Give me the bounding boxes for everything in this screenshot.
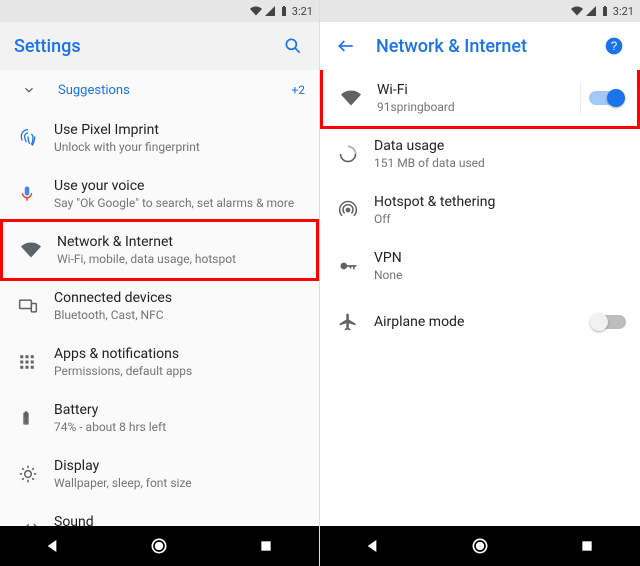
- row-airplane-mode[interactable]: Airplane mode: [320, 294, 640, 350]
- row-sub: None: [374, 268, 626, 282]
- wifi-icon: [341, 88, 377, 108]
- devices-icon: [18, 296, 54, 316]
- status-bar: 3:21: [320, 0, 640, 22]
- hotspot-icon: [338, 200, 374, 220]
- airplane-toggle[interactable]: [592, 315, 626, 329]
- wifi-icon: [571, 5, 583, 17]
- status-time: 3:21: [292, 5, 313, 18]
- settings-content: Suggestions +2 Use Pixel Imprint Unlock …: [0, 70, 319, 526]
- row-sub: Permissions, default apps: [54, 364, 305, 378]
- settings-screen: 3:21 Settings Suggestions +2 Use Pixel I…: [0, 0, 320, 566]
- nav-home[interactable]: [470, 536, 490, 556]
- mic-icon: [18, 185, 54, 203]
- row-title: Hotspot & tethering: [374, 194, 626, 210]
- row-title: Sound: [54, 514, 305, 526]
- help-button[interactable]: ?: [602, 34, 626, 58]
- row-apps-notifications[interactable]: Apps & notifications Permissions, defaul…: [0, 334, 319, 390]
- wifi-icon: [250, 5, 262, 17]
- fingerprint-icon: [18, 128, 54, 148]
- nav-home[interactable]: [149, 536, 169, 556]
- row-network-internet[interactable]: Network & Internet Wi-Fi, mobile, data u…: [0, 219, 319, 281]
- row-battery[interactable]: Battery 74% - about 8 hrs left: [0, 390, 319, 446]
- status-bar: 3:21: [0, 0, 319, 22]
- nav-recent[interactable]: [577, 536, 597, 556]
- nav-bar: [320, 526, 640, 566]
- row-sub: Wallpaper, sleep, font size: [54, 476, 305, 490]
- data-usage-icon: [338, 144, 374, 164]
- row-title: Display: [54, 458, 305, 474]
- network-content: Wi-Fi 91springboard Data usage 151 MB of…: [320, 70, 640, 526]
- network-toolbar: Network & Internet ?: [320, 22, 640, 70]
- signal-icon: [264, 5, 276, 17]
- row-use-voice[interactable]: Use your voice Say "Ok Google" to search…: [0, 166, 319, 222]
- row-title: Airplane mode: [374, 314, 592, 330]
- row-connected-devices[interactable]: Connected devices Bluetooth, Cast, NFC: [0, 278, 319, 334]
- row-title: Data usage: [374, 138, 626, 154]
- battery-icon: [278, 5, 290, 17]
- search-button[interactable]: [281, 34, 305, 58]
- battery-icon: [18, 408, 54, 428]
- chevron-down-icon: [22, 83, 38, 97]
- row-wifi[interactable]: Wi-Fi 91springboard: [320, 70, 640, 129]
- suggestions-count: +2: [291, 83, 305, 97]
- row-sub: Say "Ok Google" to search, set alarms & …: [54, 196, 305, 210]
- nav-back[interactable]: [363, 536, 383, 556]
- row-title: Battery: [54, 402, 305, 418]
- airplane-icon: [338, 312, 374, 332]
- row-display[interactable]: Display Wallpaper, sleep, font size: [0, 446, 319, 502]
- row-sub: 74% - about 8 hrs left: [54, 420, 305, 434]
- row-sound[interactable]: Sound Volume, vibration, Do Not Disturb: [0, 502, 319, 526]
- row-title: Network & Internet: [57, 234, 302, 250]
- network-title: Network & Internet: [376, 36, 602, 57]
- nav-bar: [0, 526, 319, 566]
- back-button[interactable]: [334, 34, 358, 58]
- nav-recent[interactable]: [256, 536, 276, 556]
- wifi-icon: [21, 240, 57, 260]
- settings-toolbar: Settings: [0, 22, 319, 70]
- vpn-key-icon: [338, 256, 374, 276]
- row-sub: Wi-Fi, mobile, data usage, hotspot: [57, 252, 302, 266]
- row-title: VPN: [374, 250, 626, 266]
- row-title: Connected devices: [54, 290, 305, 306]
- row-sub: 91springboard: [377, 100, 572, 114]
- apps-icon: [18, 353, 54, 371]
- network-screen: 3:21 Network & Internet ? Wi-Fi 91spring…: [320, 0, 640, 566]
- status-time: 3:21: [613, 5, 634, 18]
- row-vpn[interactable]: VPN None: [320, 238, 640, 294]
- svg-text:?: ?: [611, 40, 618, 53]
- battery-icon: [599, 5, 611, 17]
- row-title: Wi-Fi: [377, 82, 572, 98]
- suggestions-row[interactable]: Suggestions +2: [0, 70, 319, 110]
- row-hotspot[interactable]: Hotspot & tethering Off: [320, 182, 640, 238]
- row-sub: 151 MB of data used: [374, 156, 626, 170]
- arrow-left-icon: [336, 36, 356, 56]
- row-sub: Bluetooth, Cast, NFC: [54, 308, 305, 322]
- row-data-usage[interactable]: Data usage 151 MB of data used: [320, 126, 640, 182]
- wifi-toggle[interactable]: [589, 91, 623, 105]
- help-icon: ?: [604, 36, 624, 56]
- suggestions-label: Suggestions: [58, 83, 291, 98]
- row-pixel-imprint[interactable]: Use Pixel Imprint Unlock with your finge…: [0, 110, 319, 166]
- nav-back[interactable]: [43, 536, 63, 556]
- row-sub: Unlock with your fingerprint: [54, 140, 305, 154]
- signal-icon: [585, 5, 597, 17]
- search-icon: [283, 36, 303, 56]
- settings-title: Settings: [14, 36, 281, 57]
- row-sub: Off: [374, 212, 626, 226]
- display-icon: [18, 464, 54, 484]
- row-title: Apps & notifications: [54, 346, 305, 362]
- row-title: Use Pixel Imprint: [54, 122, 305, 138]
- row-title: Use your voice: [54, 178, 305, 194]
